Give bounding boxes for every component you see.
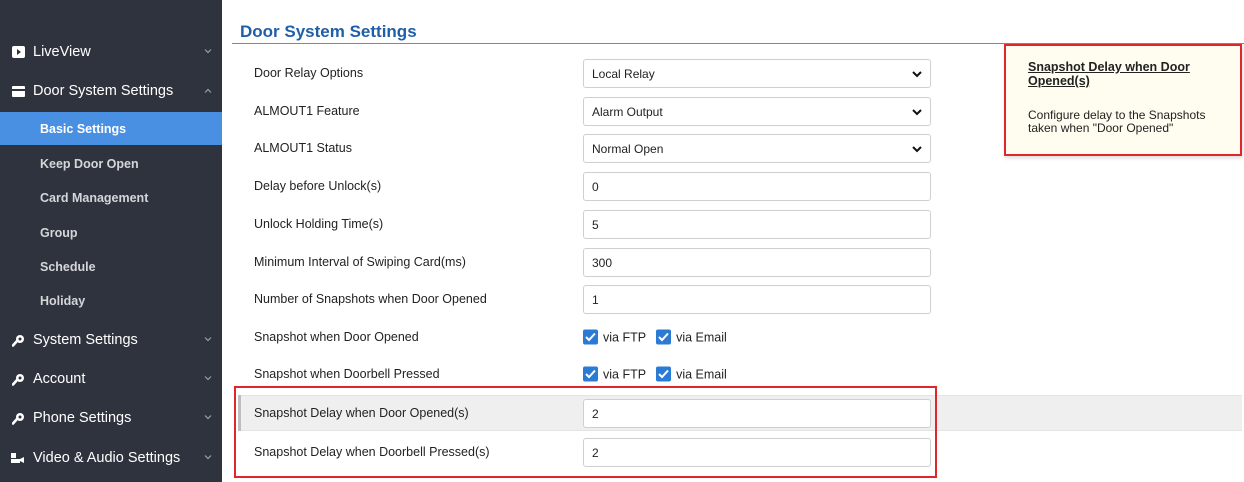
sidebar-item-label: Account — [33, 371, 86, 387]
via-ftp-checkbox[interactable] — [583, 366, 598, 382]
chevron-down-icon — [912, 142, 922, 156]
help-tooltip: Snapshot Delay when Door Opened(s) Confi… — [1004, 44, 1242, 156]
door-relay-options-select[interactable]: Local Relay — [583, 59, 931, 88]
sidebar: LiveView Door System Settings Basic Sett… — [0, 0, 222, 482]
chevron-down-icon — [204, 47, 212, 58]
chevron-down-icon — [204, 374, 212, 385]
almout1-status-select[interactable]: Normal Open — [583, 134, 931, 163]
snapshot-door-opened-options: via FTP via Email — [583, 329, 737, 345]
sidebar-subitem-card-management[interactable]: Card Management — [0, 181, 222, 214]
select-value: Local Relay — [592, 66, 655, 81]
chevron-down-icon — [204, 413, 212, 424]
field-label: ALMOUT1 Status — [254, 141, 352, 155]
card-icon — [9, 85, 27, 97]
field-label: Snapshot when Doorbell Pressed — [254, 367, 440, 381]
sidebar-item-label: Phone Settings — [33, 410, 132, 426]
form-row-almout1-status: ALMOUT1 Status Normal Open — [232, 129, 937, 167]
sidebar-item-label: Door System Settings — [33, 83, 174, 99]
field-label: Snapshot when Door Opened — [254, 330, 419, 344]
via-email-checkbox[interactable] — [656, 366, 672, 382]
sidebar-item-label: System Settings — [33, 332, 138, 348]
minimum-interval-input[interactable]: 300 — [583, 248, 931, 277]
almout1-feature-select[interactable]: Alarm Output — [583, 97, 931, 126]
sidebar-item-phone-settings[interactable]: Phone Settings — [0, 403, 222, 433]
wrench-icon — [9, 334, 27, 347]
sidebar-subitem-basic-settings[interactable]: Basic Settings — [0, 112, 222, 145]
form-row-door-relay-options: Door Relay Options Local Relay — [232, 54, 937, 92]
via-email-checkbox[interactable] — [656, 329, 672, 345]
sidebar-item-door-system-settings[interactable]: Door System Settings — [0, 76, 222, 106]
checkbox-label: via Email — [676, 367, 727, 381]
number-of-snapshots-input[interactable]: 1 — [583, 285, 931, 314]
play-icon — [9, 46, 27, 58]
sidebar-item-video-audio-settings[interactable]: Video & Audio Settings — [0, 443, 222, 473]
field-label: Delay before Unlock(s) — [254, 179, 382, 193]
sidebar-item-account[interactable]: Account — [0, 364, 222, 394]
select-value: Normal Open — [592, 141, 664, 156]
select-value: Alarm Output — [592, 104, 663, 119]
field-label: Number of Snapshots when Door Opened — [254, 292, 487, 306]
page-title: Door System Settings — [240, 22, 417, 41]
form-row-minimum-interval: Minimum Interval of Swiping Card(ms) 300 — [232, 243, 937, 281]
video-audio-icon — [9, 452, 27, 464]
checkbox-label: via FTP — [603, 330, 647, 344]
tooltip-body: Configure delay to the Snapshots taken w… — [1028, 108, 1206, 135]
field-label: Door Relay Options — [254, 66, 364, 80]
wrench-icon — [9, 373, 27, 386]
sidebar-subitem-group[interactable]: Group — [0, 216, 222, 249]
sidebar-item-label: Video & Audio Settings — [33, 450, 181, 466]
sidebar-item-label: LiveView — [33, 44, 91, 60]
form-row-delay-before-unlock: Delay before Unlock(s) 0 — [232, 167, 937, 205]
sidebar-item-liveview[interactable]: LiveView — [0, 38, 222, 66]
form-row-number-of-snapshots: Number of Snapshots when Door Opened 1 — [232, 280, 937, 318]
chevron-down-icon — [204, 335, 212, 346]
sidebar-subitem-keep-door-open[interactable]: Keep Door Open — [0, 147, 222, 180]
delay-before-unlock-input[interactable]: 0 — [583, 172, 931, 201]
annotation-highlight-box — [234, 386, 937, 478]
field-label: ALMOUT1 Feature — [254, 104, 360, 118]
sidebar-subitem-schedule[interactable]: Schedule — [0, 250, 222, 283]
tooltip-title: Snapshot Delay when Door Opened(s) — [1028, 60, 1190, 88]
chevron-down-icon — [204, 453, 212, 464]
field-label: Unlock Holding Time(s) — [254, 217, 384, 231]
field-label: Minimum Interval of Swiping Card(ms) — [254, 255, 466, 269]
sidebar-subitem-holiday[interactable]: Holiday — [0, 284, 222, 317]
checkbox-label: via Email — [676, 330, 727, 344]
form-row-unlock-holding-time: Unlock Holding Time(s) 5 — [232, 205, 937, 243]
checkbox-label: via FTP — [603, 367, 647, 381]
snapshot-doorbell-pressed-options: via FTP via Email — [583, 366, 737, 382]
via-ftp-checkbox[interactable] — [583, 329, 598, 345]
chevron-down-icon — [912, 105, 922, 119]
sidebar-item-system-settings[interactable]: System Settings — [0, 325, 222, 355]
form-row-snapshot-door-opened: Snapshot when Door Opened via FTP via Em… — [232, 318, 937, 356]
wrench-icon — [9, 412, 27, 425]
unlock-holding-time-input[interactable]: 5 — [583, 210, 931, 239]
chevron-down-icon — [912, 67, 922, 81]
form-row-almout1-feature: ALMOUT1 Feature Alarm Output — [232, 92, 937, 130]
chevron-up-icon — [204, 86, 212, 97]
